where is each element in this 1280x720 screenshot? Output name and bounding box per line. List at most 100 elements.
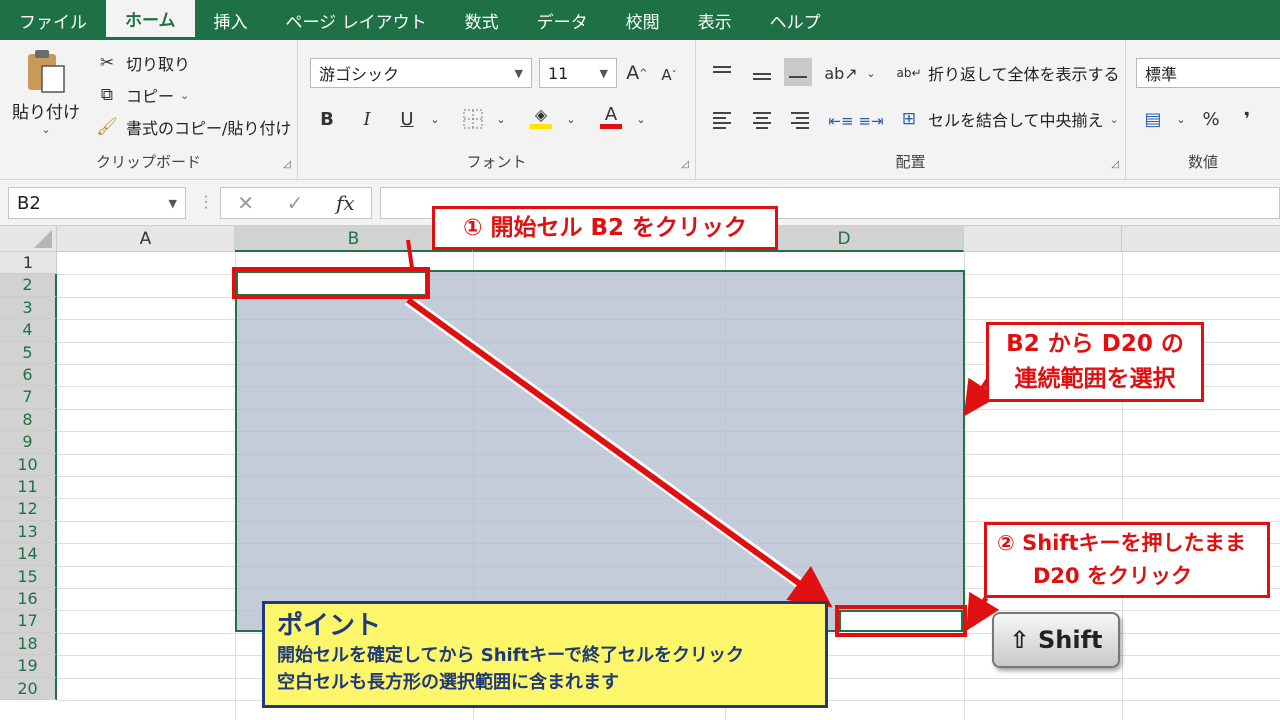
- align-right-icon[interactable]: [786, 106, 814, 134]
- align-left-icon[interactable]: [708, 106, 736, 134]
- tab-page-layout[interactable]: ページ レイアウト: [267, 0, 446, 40]
- chevron-down-icon[interactable]: ⌄: [626, 104, 656, 134]
- highlight-b2: [232, 267, 430, 299]
- row-header[interactable]: 1: [0, 252, 57, 275]
- chevron-down-icon[interactable]: ⌄: [486, 104, 516, 134]
- callout-step2: ② Shiftキーを押したまま D20 をクリック: [984, 522, 1270, 598]
- font-name-value: 游ゴシック: [319, 65, 400, 84]
- number-format-select[interactable]: 標準: [1136, 58, 1280, 88]
- chevron-down-icon: ⌄: [1109, 112, 1119, 126]
- chevron-down-icon[interactable]: ⌄: [856, 58, 886, 88]
- tab-home[interactable]: ホーム: [106, 0, 195, 40]
- format-painter-button[interactable]: 🖌 書式のコピー/貼り付け: [94, 114, 291, 140]
- row-header[interactable]: 19: [0, 655, 57, 678]
- name-box[interactable]: B2 ▼: [8, 187, 186, 219]
- cut-label: 切り取り: [126, 55, 191, 74]
- underline-button[interactable]: U: [392, 104, 422, 134]
- font-size-value: 11: [548, 63, 569, 83]
- orientation-icon[interactable]: ab↗: [824, 58, 857, 88]
- row-header[interactable]: 12: [0, 498, 57, 521]
- row-header[interactable]: 16: [0, 588, 57, 611]
- tab-formulas[interactable]: 数式: [446, 0, 518, 40]
- font-color-icon[interactable]: A: [596, 102, 626, 132]
- callout-step2-line2: D20 をクリック: [1033, 564, 1192, 588]
- tab-help[interactable]: ヘルプ: [751, 0, 840, 40]
- tab-data[interactable]: データ: [518, 0, 607, 40]
- insert-function-icon[interactable]: fx: [336, 191, 355, 215]
- chevron-down-icon: ▼: [599, 66, 608, 80]
- row-header[interactable]: 17: [0, 610, 57, 633]
- align-center-icon[interactable]: [748, 106, 776, 134]
- bold-button[interactable]: B: [312, 104, 342, 134]
- dialog-launcher-icon[interactable]: ◿: [1111, 159, 1119, 170]
- decrease-indent-icon[interactable]: ⇤≡: [826, 106, 856, 136]
- callout-range-line1: B2 から D20 の: [1006, 331, 1184, 357]
- middle-align-icon[interactable]: [748, 60, 776, 88]
- bottom-align-icon[interactable]: [784, 58, 812, 86]
- increase-font-size-icon[interactable]: A ^: [622, 58, 652, 88]
- chevron-down-icon[interactable]: ⌄: [420, 104, 450, 134]
- font-size-select[interactable]: 11 ▼: [539, 58, 617, 88]
- number-format-value: 標準: [1145, 65, 1178, 84]
- merge-cells-icon: ⊞: [901, 109, 917, 129]
- dialog-launcher-icon[interactable]: ◿: [283, 159, 291, 170]
- row-header[interactable]: 13: [0, 520, 57, 544]
- cut-button[interactable]: ✂ 切り取り: [94, 50, 190, 76]
- row-header[interactable]: 7: [0, 386, 57, 409]
- callout-step1: ① 開始セル B2 をクリック: [432, 206, 778, 250]
- top-align-icon[interactable]: [708, 58, 736, 86]
- tab-view[interactable]: 表示: [679, 0, 751, 40]
- chevron-down-icon[interactable]: ⌄: [556, 104, 586, 134]
- row-header[interactable]: 3: [0, 296, 57, 320]
- enter-icon[interactable]: ✓: [287, 191, 304, 215]
- paste-button[interactable]: 貼り付け ⌄: [8, 48, 84, 136]
- row-header[interactable]: 5: [0, 341, 57, 364]
- comma-style-button[interactable]: ❜: [1232, 104, 1262, 134]
- merge-center-button[interactable]: ⊞ セルを結合して中央揃え ⌄: [896, 106, 1119, 132]
- row-header[interactable]: 15: [0, 565, 57, 588]
- row-header[interactable]: 6: [0, 364, 57, 387]
- border-icon[interactable]: [458, 104, 488, 134]
- row-header[interactable]: 4: [0, 319, 57, 342]
- row-header[interactable]: 11: [0, 476, 57, 499]
- copy-icon: ⧉: [100, 85, 114, 105]
- formula-buttons: ✕ ✓ fx: [220, 187, 372, 219]
- callout-step2-line1: ② Shiftキーを押したまま: [997, 531, 1246, 555]
- select-all-corner[interactable]: [0, 226, 57, 252]
- chevron-down-icon: ⌄: [180, 88, 190, 102]
- wrap-text-button[interactable]: ab↵ 折り返して全体を表示する: [896, 60, 1119, 86]
- row-header[interactable]: 2: [0, 274, 57, 297]
- selection-range[interactable]: [235, 270, 965, 632]
- paste-label: 貼り付け: [12, 103, 80, 123]
- increase-indent-icon[interactable]: ≡⇥: [856, 106, 886, 136]
- copy-button[interactable]: ⧉ コピー ⌄: [94, 82, 189, 108]
- callout-range-line2: 連続範囲を選択: [1014, 366, 1176, 392]
- tab-insert[interactable]: 挿入: [195, 0, 267, 40]
- percent-style-button[interactable]: %: [1196, 104, 1226, 134]
- chevron-down-icon: ▼: [514, 66, 523, 80]
- cancel-icon[interactable]: ✕: [237, 191, 254, 215]
- column-header-f[interactable]: [1122, 226, 1280, 252]
- font-group: 游ゴシック ▼ 11 ▼ A ^ Aˇ B I U ⌄ ⌄ ◈ ⌄ A ⌄ フォン…: [298, 40, 696, 180]
- fill-color-icon[interactable]: ◈: [526, 102, 556, 132]
- callout-range: B2 から D20 の 連続範囲を選択: [986, 322, 1204, 402]
- row-header[interactable]: 18: [0, 632, 57, 656]
- clipboard-group-label: クリップボード: [95, 153, 201, 171]
- row-header[interactable]: 9: [0, 431, 57, 454]
- row-header[interactable]: 10: [0, 453, 57, 476]
- italic-button[interactable]: I: [352, 104, 382, 134]
- decrease-font-size-icon[interactable]: Aˇ: [654, 60, 684, 90]
- highlight-d20: [835, 605, 967, 637]
- row-header[interactable]: 14: [0, 543, 57, 566]
- row-header[interactable]: 8: [0, 408, 57, 432]
- tab-file[interactable]: ファイル: [0, 0, 106, 40]
- paste-icon: [28, 50, 65, 93]
- row-header[interactable]: 20: [0, 677, 57, 700]
- font-name-select[interactable]: 游ゴシック ▼: [310, 58, 532, 88]
- column-header-a[interactable]: A: [57, 226, 235, 252]
- accounting-format-icon[interactable]: ▤: [1138, 104, 1168, 134]
- column-header-e[interactable]: [964, 226, 1122, 252]
- chevron-down-icon[interactable]: ⌄: [1166, 104, 1196, 134]
- tab-review[interactable]: 校閲: [607, 0, 679, 40]
- dialog-launcher-icon[interactable]: ◿: [681, 159, 689, 170]
